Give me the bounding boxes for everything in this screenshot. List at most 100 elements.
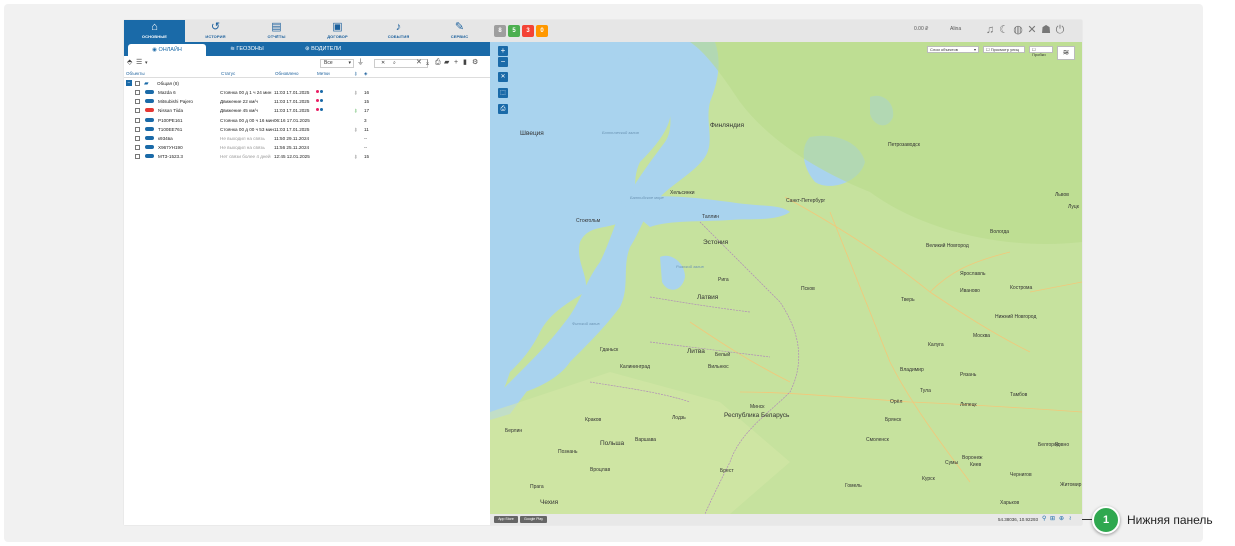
car-icon <box>145 136 154 140</box>
streets-checkbox[interactable]: ☐ Просмотр улиц <box>983 46 1025 53</box>
zoom-area-icon[interactable]: ⊕ <box>1059 515 1064 524</box>
zoom-in-button[interactable]: + <box>498 46 508 56</box>
col-updated[interactable]: Обновлено <box>275 71 298 76</box>
google-play-button[interactable]: Google Play <box>520 516 547 523</box>
subtab-drivers[interactable]: ⊛ ВОДИТЕЛИ <box>284 42 362 56</box>
user-name[interactable]: Alina <box>950 26 961 32</box>
row-checkbox[interactable] <box>135 154 140 160</box>
car-icon <box>145 90 154 94</box>
moon-icon[interactable]: ☾ <box>998 24 1010 37</box>
list-item[interactable]: Mazda 6 Стоянка 00 д 1 ч 24 мин 11:03 17.0… <box>124 88 490 97</box>
city-label: Петрозаводск <box>888 142 920 148</box>
status-filter-select[interactable]: Все ▾ <box>320 59 354 68</box>
city-label: Лодзь <box>672 415 686 421</box>
home-icon: ⌂ <box>151 21 158 33</box>
traffic-checkbox[interactable]: ☐ Пробки <box>1029 46 1053 57</box>
map-view[interactable]: Швеция Финляндия Эстония Латвия Литва Республ… <box>490 42 1082 514</box>
city-label: Рига <box>718 277 729 283</box>
route-icon[interactable]: ⚲ <box>1042 515 1046 524</box>
city-label: Житомир <box>1060 482 1082 488</box>
object-count: 17 <box>364 108 370 114</box>
subtab-geozones[interactable]: ≋ ГЕОЗОНЫ <box>208 42 286 56</box>
print-icon[interactable]: ⎙ <box>498 104 508 114</box>
counter-online[interactable]: 5 <box>508 25 520 37</box>
add-icon[interactable]: + <box>454 57 458 69</box>
tab-history[interactable]: ↺ ИСТОРИЯ <box>185 20 246 42</box>
tag-dot <box>316 90 319 93</box>
menu-icon[interactable]: ☰ <box>136 57 142 69</box>
counter-offline[interactable]: 3 <box>522 25 534 37</box>
support-icon[interactable]: ☗ <box>1040 24 1052 37</box>
fullscreen-icon[interactable]: ✕ <box>498 72 508 82</box>
key-icon[interactable]: ⚷ <box>354 71 357 77</box>
col-status[interactable]: Статус <box>221 71 235 76</box>
col-objects[interactable]: Объекты <box>126 71 145 76</box>
object-status: Не выходил на связь <box>220 145 265 151</box>
list-item[interactable]: Р100РЕ161 Стоянка 00 д 00 ч 16 мин 06:16 1… <box>124 116 490 125</box>
row-checkbox[interactable] <box>135 136 140 141</box>
tab-contract[interactable]: ▣ ДОГОВОР <box>307 20 368 42</box>
layers-icon[interactable]: ≋ <box>1057 46 1075 60</box>
row-checkbox[interactable] <box>135 126 140 132</box>
tab-service[interactable]: ✎ СЕРВИС <box>429 20 490 42</box>
search-icon: ⌕ <box>393 60 396 66</box>
file-icon[interactable]: ▮ <box>463 57 467 69</box>
settings-icon[interactable]: ⚙ <box>472 57 478 69</box>
city-label: Вроцлав <box>590 467 611 473</box>
list-item[interactable]: МТЗ-1523.3 Нет связи более 4 дней 12:45 12… <box>124 152 490 161</box>
callout-line <box>1082 519 1092 520</box>
tags-icon[interactable]: ⬘ <box>127 57 132 69</box>
object-layers-select[interactable]: Слои объектов ▾ <box>927 46 979 53</box>
subtab-online[interactable]: ◉ ОНЛАЙН <box>128 44 206 56</box>
tab-events[interactable]: ♪ СОБЫТИЯ <box>368 20 429 42</box>
ruler-icon[interactable]: ⊞ <box>1050 515 1055 524</box>
country-label: Финляндия <box>710 122 745 129</box>
bell-icon[interactable]: ♫ <box>984 24 996 37</box>
folder-icon: ▰ <box>144 81 149 87</box>
filter-icon[interactable]: ⏚ <box>357 57 364 69</box>
chevron-down-icon[interactable]: ▾ <box>145 57 148 69</box>
satellite-icon[interactable]: ◈ <box>364 71 367 77</box>
col-tags[interactable]: Метки <box>317 71 330 76</box>
list-item[interactable]: Mitsubishi Pajero Движение 22 км/ч 11:03 1… <box>124 97 490 106</box>
list-header: Объекты Статус Обновлено Метки ⚷ ◈ <box>124 70 490 78</box>
list-item[interactable]: к934ва Не выходил на связь 11:50 29.11.202… <box>124 134 490 143</box>
select-area-icon[interactable]: ⬚ <box>498 88 508 98</box>
zoom-out-button[interactable]: − <box>498 57 508 67</box>
balance[interactable]: 0.00 ₽ <box>914 26 928 32</box>
car-icon <box>145 108 154 113</box>
city-label: Минск <box>750 404 765 410</box>
panel-tabs: ◉ ОНЛАЙН ≋ ГЕОЗОНЫ ⊛ ВОДИТЕЛИ <box>124 42 490 56</box>
group-row[interactable]: − ▰ Общая (8) <box>124 79 490 88</box>
city-label: Великий Новгород <box>926 243 969 249</box>
rss-icon[interactable]: ≀ <box>1069 515 1071 524</box>
clear-filter-icon[interactable]: ✕ <box>381 60 385 67</box>
download-icon[interactable]: ⤓ <box>426 57 429 69</box>
tools-icon[interactable]: ✕ <box>1026 24 1038 37</box>
tab-reports[interactable]: ▤ ОТЧЁТЫ <box>246 20 307 42</box>
globe-icon[interactable]: ◍ <box>1012 24 1024 37</box>
collapse-icon[interactable]: − <box>126 80 132 86</box>
row-checkbox[interactable] <box>135 117 140 123</box>
row-checkbox[interactable] <box>135 108 140 114</box>
counter-total[interactable]: 8 <box>494 25 506 37</box>
city-label: Краков <box>585 417 602 423</box>
row-checkbox[interactable] <box>135 90 140 95</box>
folder-icon[interactable]: ▰ <box>444 57 449 69</box>
list-item[interactable]: Т100ЕЕ761 Стоянка 00 д 00 ч 53 мин 11:03 1… <box>124 125 490 134</box>
car-icon <box>145 99 154 104</box>
close-icon[interactable]: ✕ <box>416 57 422 69</box>
power-icon[interactable]: ⏻ <box>1054 24 1066 37</box>
country-label: Польша <box>600 440 625 447</box>
app-store-button[interactable]: App Store <box>494 516 518 523</box>
print-icon[interactable]: ⎙ <box>435 57 441 69</box>
row-checkbox[interactable] <box>135 145 140 151</box>
tab-main[interactable]: ⌂ ОСНОВНЫЕ <box>124 20 185 42</box>
group-checkbox[interactable] <box>135 81 140 86</box>
counter-warning[interactable]: 0 <box>536 25 548 37</box>
city-label: Киев <box>970 462 982 468</box>
city-label: Санкт-Петербург <box>786 198 826 204</box>
list-item[interactable]: Nissan Tiida Движение 45 км/ч 11:03 17.01.… <box>124 106 490 115</box>
list-item[interactable]: Х967УН190 Не выходил на связь 11:56 25.11.… <box>124 143 490 152</box>
row-checkbox[interactable] <box>135 99 140 105</box>
